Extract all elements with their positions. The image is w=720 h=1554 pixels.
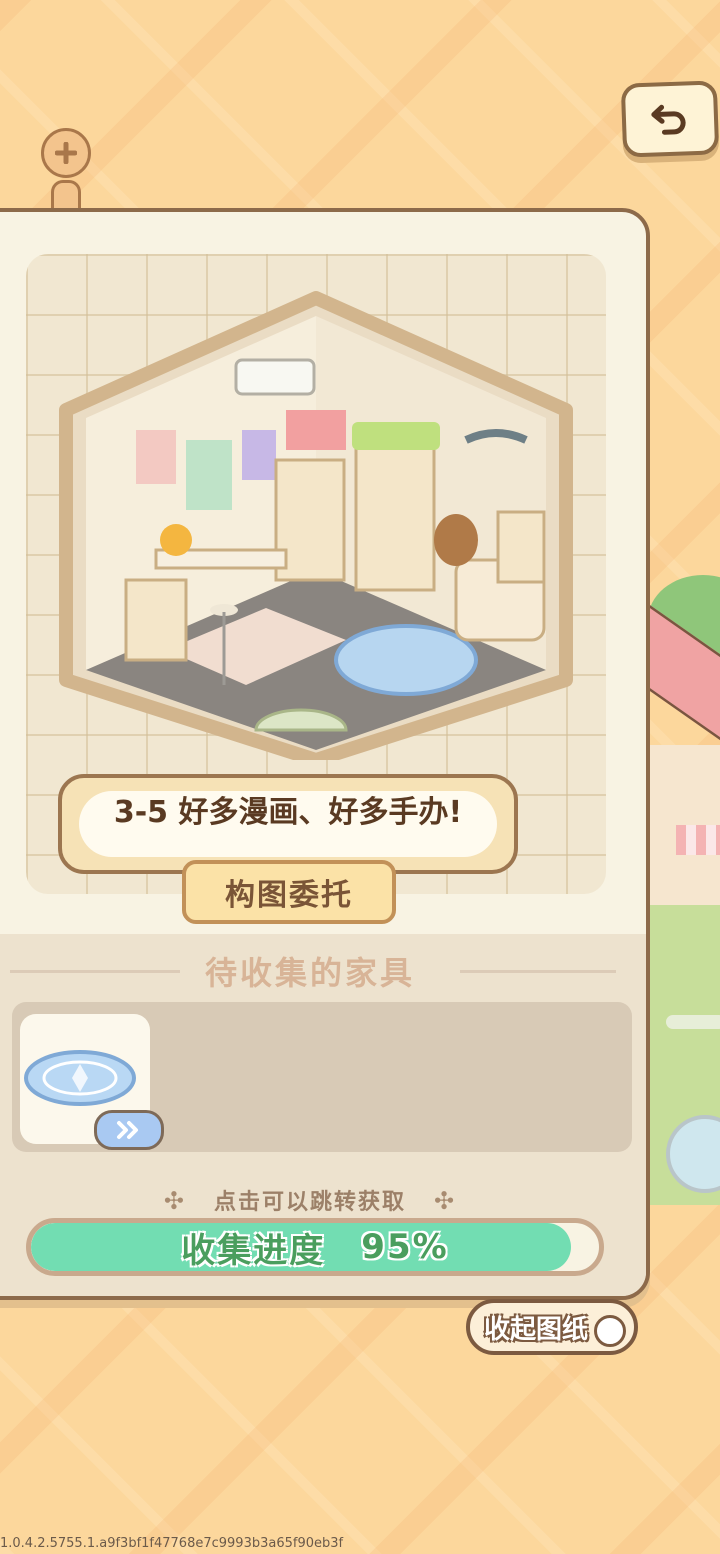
furniture-item[interactable] — [20, 1014, 164, 1150]
level-title-banner: 3-5 好多漫画、好多手办! — [58, 774, 518, 874]
hint-row: ✣ 点击可以跳转获取 ✣ — [0, 1184, 646, 1216]
plus-icon — [55, 142, 77, 164]
version-string: 1.0.4.2.5755.1.a9f3bf1f47768e7c9993b3a65… — [0, 1536, 344, 1551]
shop-awning — [676, 825, 720, 855]
section-title: 待收集的家具 — [204, 954, 415, 992]
blueprint-panel: 3-5 好多漫画、好多手办! 构图委托 待收集的家具 ✣ 点击可以跳转获取 ✣ … — [0, 208, 650, 1300]
title-inner: 3-5 好多漫画、好多手办! — [79, 791, 497, 857]
hint-text: 点击可以跳转获取 — [213, 1190, 406, 1215]
furniture-section: 待收集的家具 ✣ 点击可以跳转获取 ✣ 收集进度 95% — [0, 934, 646, 1296]
progress-value: 95% — [361, 1227, 449, 1267]
undo-arrow-icon — [651, 104, 686, 135]
collapse-blueprint-button[interactable]: 收起图纸 — [466, 1299, 638, 1355]
progress-text: 收集进度 95% — [31, 1223, 599, 1271]
goto-button[interactable] — [94, 1110, 164, 1150]
room-illustration — [59, 291, 573, 760]
progress-label: 收集进度 — [181, 1230, 326, 1271]
zoom-in-button[interactable] — [41, 128, 91, 178]
clover-icon: ✣ — [434, 1187, 457, 1215]
collection-progress-bar: 收集进度 95% — [26, 1218, 604, 1276]
collapse-label: 收起图纸 — [484, 1314, 589, 1345]
town-scenery — [640, 575, 720, 1205]
double-chevron-right-icon — [117, 1121, 138, 1139]
furniture-list — [12, 1002, 632, 1152]
commission-tag: 构图委托 — [182, 860, 396, 924]
stone-path — [666, 1015, 720, 1029]
clover-icon: ✣ — [163, 1187, 186, 1215]
collapse-arrow-icon — [594, 1315, 626, 1347]
back-button[interactable] — [620, 80, 720, 158]
level-title: 3-5 好多漫画、好多手办! — [113, 795, 463, 830]
